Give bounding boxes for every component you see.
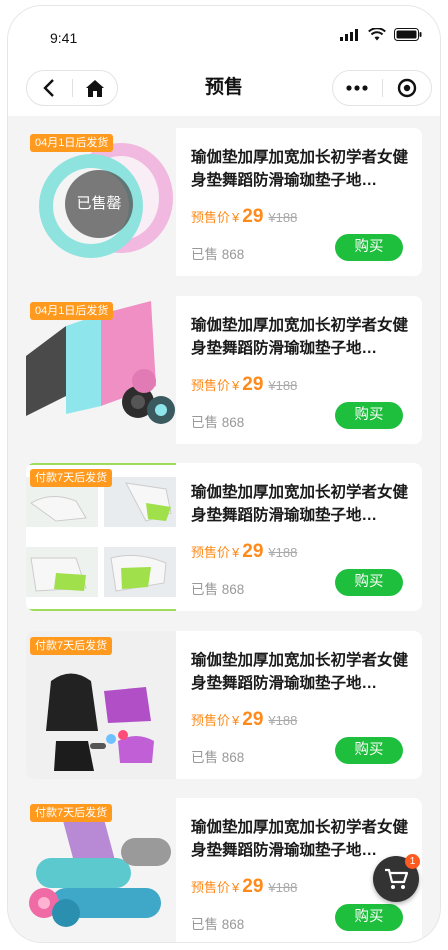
price-value: 29 [242,541,264,562]
sold-out-overlay: 已售罄 [65,170,133,238]
status-time: 9:41 [50,30,78,46]
currency-symbol: ¥ [232,210,240,225]
buy-button[interactable]: 购买 [335,569,403,596]
price-label: 预售价 [191,545,231,560]
currency-symbol: ¥ [232,712,240,728]
sold-count: 已售 868 [191,917,245,932]
price-row: 预售价 ¥ 29 ¥188 [191,541,297,563]
currency-symbol: ¥ [232,377,240,393]
original-price: ¥188 [268,210,298,225]
wifi-icon [368,28,386,41]
product-card[interactable]: 已售罄 04月1日后发货 瑜伽垫加厚加宽加长初学者女健身垫舞蹈防滑瑜珈垫子地… … [26,128,422,276]
price-label: 预售价 [191,712,231,728]
close-button[interactable] [383,71,432,105]
product-name: 瑜伽垫加厚加宽加长初学者女健身垫舞蹈防滑瑜珈垫子地… [191,484,409,524]
price-row: 预售价 ¥ 29 ¥188 [191,709,297,731]
price-value: 29 [242,876,264,897]
product-image: 付款7天后发货 [26,630,176,779]
status-bar: 9:41 [8,6,440,58]
product-image: 已售罄 04月1日后发货 [26,128,176,276]
product-name: 瑜伽垫加厚加宽加长初学者女健身垫舞蹈防滑瑜珈垫子地… [191,149,409,189]
original-price: ¥188 [268,377,298,393]
home-icon [85,79,104,97]
ship-tag: 付款7天后发货 [30,636,113,655]
product-name: 瑜伽垫加厚加宽加长初学者女健身垫舞蹈防滑瑜珈垫子地… [191,651,409,692]
buy-button[interactable]: 购买 [335,736,403,764]
product-image: 付款7天后发货 [26,798,176,942]
sold-count: 已售 868 [191,414,245,430]
signal-icon [340,28,358,41]
product-image: 付款7天后发货 [26,463,176,611]
price-label: 预售价 [191,880,231,895]
price-row: 预售价 ¥ 29 ¥188 [191,374,297,396]
product-list: 已售罄 04月1日后发货 瑜伽垫加厚加宽加长初学者女健身垫舞蹈防滑瑜珈垫子地… … [26,128,422,942]
cart-badge: 1 [405,854,420,869]
nav-capsule-left [26,70,118,106]
buy-button[interactable]: 购买 [335,904,403,931]
phone-frame: 9:41 预售 已售罄 04月1日后发货 瑜伽垫加厚加宽加长初学者女健身垫舞蹈防… [8,6,440,942]
product-card[interactable]: 付款7天后发货 瑜伽垫加厚加宽加长初学者女健身垫舞蹈防滑瑜珈垫子地… 预售价 ¥… [26,798,422,942]
product-card[interactable]: 付款7天后发货 瑜伽垫加厚加宽加长初学者女健身垫舞蹈防滑瑜珈垫子地… 预售价 ¥… [26,630,422,779]
ship-tag: 付款7天后发货 [30,804,113,822]
original-price: ¥188 [268,712,298,728]
currency-symbol: ¥ [232,880,240,895]
back-button[interactable] [27,71,72,105]
battery-icon [394,28,422,41]
price-value: 29 [242,373,264,395]
product-name: 瑜伽垫加厚加宽加长初学者女健身垫舞蹈防滑瑜珈垫子地… [191,316,409,357]
buy-button[interactable]: 购买 [335,234,403,261]
buy-button[interactable]: 购买 [335,401,403,429]
original-price: ¥188 [268,545,298,560]
price-value: 29 [242,206,264,227]
home-button[interactable] [73,71,118,105]
more-icon [346,85,368,91]
ship-tag: 04月1日后发货 [30,134,114,152]
price-row: 预售价 ¥ 29 ¥188 [191,206,297,228]
price-value: 29 [242,708,264,730]
product-card[interactable]: 付款7天后发货 瑜伽垫加厚加宽加长初学者女健身垫舞蹈防滑瑜珈垫子地… 预售价 ¥… [26,463,422,611]
nav-bar: 预售 [8,58,440,116]
price-row: 预售价 ¥ 29 ¥188 [191,876,297,898]
sold-count: 已售 868 [191,582,245,597]
product-card[interactable]: 04月1日后发货 瑜伽垫加厚加宽加长初学者女健身垫舞蹈防滑瑜珈垫子地… 预售价 … [26,295,422,444]
sold-count: 已售 868 [191,749,245,765]
ship-tag: 付款7天后发货 [30,469,113,487]
product-image: 04月1日后发货 [26,295,176,444]
currency-symbol: ¥ [232,545,240,560]
nav-capsule-right [332,70,432,106]
product-name: 瑜伽垫加厚加宽加长初学者女健身垫舞蹈防滑瑜珈垫子地… [191,819,409,859]
more-button[interactable] [333,71,382,105]
price-label: 预售价 [191,210,231,225]
ship-tag: 04月1日后发货 [30,301,114,320]
original-price: ¥188 [268,880,298,895]
chevron-left-icon [43,79,55,97]
close-circle-icon [397,78,416,98]
sold-count: 已售 868 [191,247,245,262]
price-label: 预售价 [191,377,231,393]
cart-icon [385,868,408,889]
